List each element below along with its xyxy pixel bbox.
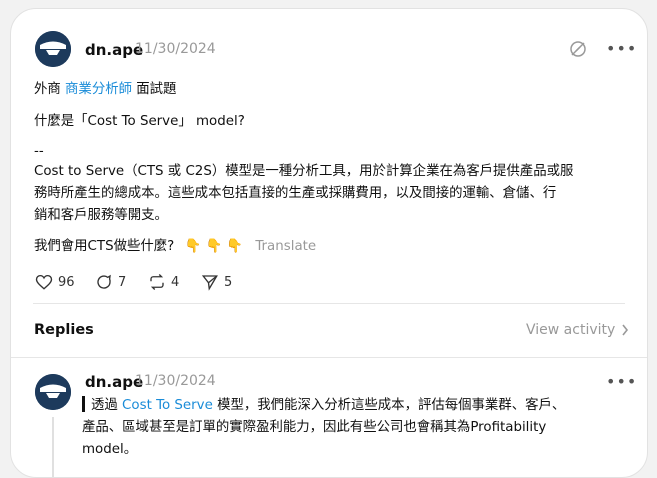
job-title-link[interactable]: 商業分析師 — [65, 82, 132, 97]
edit-off-icon[interactable] — [569, 40, 587, 62]
reply-line-1: 透過 Cost To Serve 模型，我們能深入分析這些成本，評估每個事業群、… — [82, 395, 565, 417]
post-date[interactable]: 11/30/2024 — [135, 41, 216, 57]
comment-button[interactable]: 7 — [95, 273, 126, 291]
repost-count: 4 — [171, 274, 180, 290]
divider — [33, 303, 625, 304]
avatar[interactable] — [35, 31, 71, 67]
post-separator: -- — [34, 144, 44, 159]
view-activity-link[interactable]: View activity — [526, 322, 629, 338]
reply-prefix: 透過 — [91, 398, 118, 413]
chevron-right-icon — [622, 324, 629, 336]
post-question: 什麼是「Cost To Serve」 model? — [34, 114, 245, 129]
cost-to-serve-link[interactable]: Cost To Serve — [122, 398, 213, 413]
reply-more-icon[interactable]: ••• — [606, 372, 637, 391]
repost-button[interactable]: 4 — [148, 273, 179, 291]
reply-line1-rest: 模型，我們能深入分析這些成本，評估每個事業群、客戶、 — [217, 398, 566, 413]
emoji-pointing-down: 👇 👇 👇 — [184, 239, 244, 254]
quote-bar — [82, 396, 85, 412]
divider — [11, 357, 647, 358]
post-line-1: 外商 商業分析師 面試題 — [34, 79, 176, 101]
like-count: 96 — [58, 274, 75, 290]
thread-line — [52, 417, 54, 477]
translate-button[interactable]: Translate — [255, 239, 316, 254]
post-body-line-2: 務時所產生的總成本。這些成本包括直接的生產或採購費用，以及間接的運輸、倉儲、行 — [34, 186, 557, 201]
replies-heading: Replies — [34, 322, 94, 338]
closing-text: 我們會用CTS做些什麼? — [34, 239, 175, 254]
more-icon[interactable]: ••• — [606, 39, 637, 58]
reply-date[interactable]: 11/30/2024 — [135, 373, 216, 389]
line1-prefix: 外商 — [34, 82, 61, 97]
like-button[interactable]: 96 — [35, 273, 75, 291]
heart-icon — [35, 274, 53, 290]
repost-icon — [150, 274, 164, 290]
send-icon — [201, 275, 218, 291]
comment-icon — [97, 274, 111, 289]
view-activity-label: View activity — [526, 322, 616, 338]
share-button[interactable]: 5 — [201, 273, 232, 291]
reply-avatar[interactable] — [35, 374, 71, 410]
post-body-line-1: Cost to Serve（CTS 或 C2S）模型是一種分析工具，用於計算企業… — [34, 164, 574, 179]
comment-count: 7 — [118, 274, 127, 290]
reply-line-2: 產品、區域甚至是訂單的實際盈利能力，因此有些公司也會稱其為Profitabili… — [82, 420, 547, 435]
share-count: 5 — [224, 274, 233, 290]
post-body-line-3: 銷和客戶服務等開支。 — [34, 208, 168, 223]
reply-line-3: model。 — [82, 442, 138, 457]
post-card: dn.ape 11/30/2024 ••• 外商 商業分析師 面試題 什麼是「C… — [10, 8, 648, 478]
post-closing: 我們會用CTS做些什麼? 👇 👇 👇 Translate — [34, 236, 316, 258]
line1-suffix: 面試題 — [136, 82, 177, 97]
